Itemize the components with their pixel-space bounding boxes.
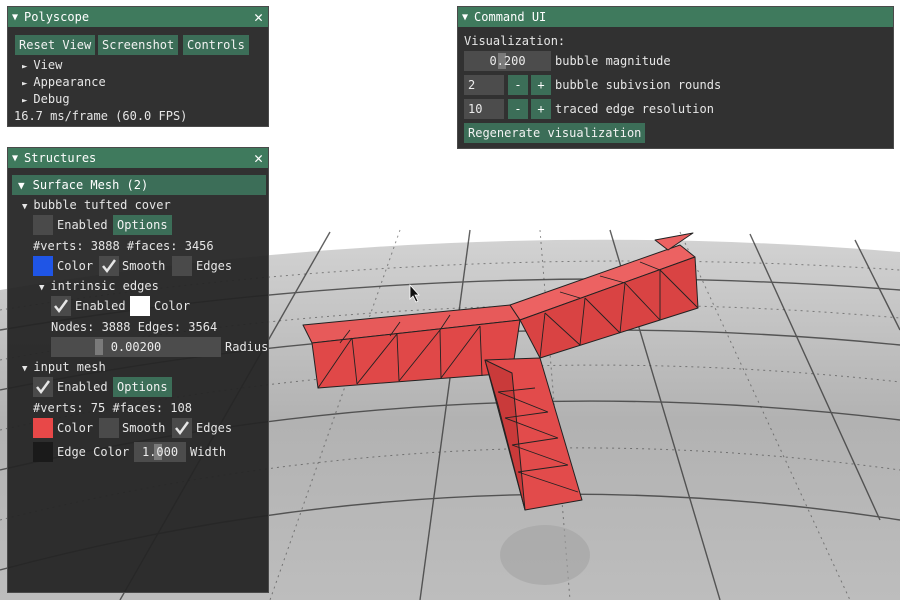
structures-panel: ▼ Structures ✕ ▼ Surface Mesh (2) ▼ bubble… [7,147,269,593]
subdivision-rounds-label: bubble subivsion rounds [555,78,722,92]
input-mesh-node[interactable]: ▼ input mesh [22,359,106,377]
bubble-stats: #verts: 3888 #faces: 3456 [33,239,214,253]
bubble-magnitude-slider[interactable]: 0.200 [464,51,551,71]
rounds-decrement-button[interactable]: - [508,75,528,95]
rounds-increment-button[interactable]: + [531,75,551,95]
edge-color-label: Edge Color [57,445,130,459]
edge-color-swatch[interactable] [33,442,53,462]
checkmark-icon [54,299,69,314]
intrinsic-enabled-checkbox[interactable] [51,296,71,316]
collapse-triangle-icon[interactable]: ▼ [462,12,468,23]
input-smooth-label: Smooth [122,421,166,435]
edge-resolution-input[interactable]: 10 [464,99,504,119]
intrinsic-edges-node[interactable]: ▼ intrinsic edges [39,278,159,296]
fps-status: 16.7 ms/frame (60.0 FPS) [14,109,188,123]
input-edges-checkbox[interactable] [172,418,192,438]
structures-title: Structures [24,151,97,165]
polyscope-titlebar[interactable]: ▼ Polyscope ✕ [8,7,268,27]
resolution-decrement-button[interactable]: - [508,99,528,119]
input-color-swatch[interactable] [33,418,53,438]
checkmark-icon [102,259,117,274]
bubble-color-label: Color [57,259,94,273]
input-enabled-checkbox[interactable] [33,377,53,397]
bubble-enabled-label: Enabled [57,218,108,232]
surface-mesh-header[interactable]: ▼ Surface Mesh (2) [12,175,266,195]
command-ui-titlebar[interactable]: ▼ Command UI [458,7,893,27]
input-stats: #verts: 75 #faces: 108 [33,401,192,415]
intrinsic-color-swatch[interactable] [130,296,150,316]
command-ui-title: Command UI [474,10,547,24]
reset-view-button[interactable]: Reset View [15,35,96,55]
bubble-color-swatch[interactable] [33,256,53,276]
collapse-triangle-icon: ▼ [39,283,45,293]
radius-slider[interactable]: 0.00200 [51,337,221,357]
width-label: Width [190,445,227,459]
slider-grab-handle[interactable] [95,339,103,355]
close-icon[interactable]: ✕ [254,149,263,167]
checkmark-icon [36,380,51,395]
input-options-button[interactable]: Options [113,377,172,397]
collapse-triangle-icon[interactable]: ▼ [12,12,18,23]
polyscope-panel: ▼ Polyscope ✕ Reset View Screenshot Cont… [7,6,269,127]
tree-view[interactable]: ► View [22,57,62,75]
collapse-triangle-icon[interactable]: ▼ [12,153,18,164]
input-smooth-checkbox[interactable] [99,418,119,438]
intrinsic-stats: Nodes: 3888 Edges: 3564 [51,320,218,334]
tree-debug[interactable]: ► Debug [22,91,70,109]
input-edges-label: Edges [196,421,233,435]
expand-triangle-icon: ► [22,62,28,72]
intrinsic-enabled-label: Enabled [75,299,126,313]
collapse-triangle-icon: ▼ [22,364,28,374]
expand-triangle-icon: ► [22,96,28,106]
bubble-edges-checkbox[interactable] [172,256,192,276]
polyscope-title: Polyscope [24,10,90,24]
tree-appearance[interactable]: ► Appearance [22,74,106,92]
bubble-magnitude-label: bubble magnitude [555,54,671,68]
bubble-options-button[interactable]: Options [113,215,172,235]
controls-button[interactable]: Controls [183,35,249,55]
screenshot-button[interactable]: Screenshot [98,35,179,55]
subdivision-rounds-input[interactable]: 2 [464,75,504,95]
regenerate-visualization-button[interactable]: Regenerate visualization [464,123,646,143]
collapse-triangle-icon: ▼ [18,179,25,192]
bubble-enabled-checkbox[interactable] [33,215,53,235]
edge-resolution-label: traced edge resolution [555,102,714,116]
intrinsic-color-label: Color [154,299,191,313]
command-ui-panel: ▼ Command UI Visualization: 0.200 bubble… [457,6,894,149]
bubble-smooth-checkbox[interactable] [99,256,119,276]
close-icon[interactable]: ✕ [254,8,263,26]
radius-label: Radius [225,340,269,354]
bubble-edges-label: Edges [196,259,233,273]
width-slider[interactable]: 1.000 [134,442,186,462]
resolution-increment-button[interactable]: + [531,99,551,119]
collapse-triangle-icon: ▼ [22,202,28,212]
expand-triangle-icon: ► [22,79,28,89]
structures-titlebar[interactable]: ▼ Structures ✕ [8,148,268,168]
bubble-smooth-label: Smooth [122,259,166,273]
bubble-tufted-cover-node[interactable]: ▼ bubble tufted cover [22,197,171,215]
checkmark-icon [175,421,190,436]
input-color-label: Color [57,421,94,435]
input-enabled-label: Enabled [57,380,108,394]
visualization-section-label: Visualization: [464,34,566,48]
